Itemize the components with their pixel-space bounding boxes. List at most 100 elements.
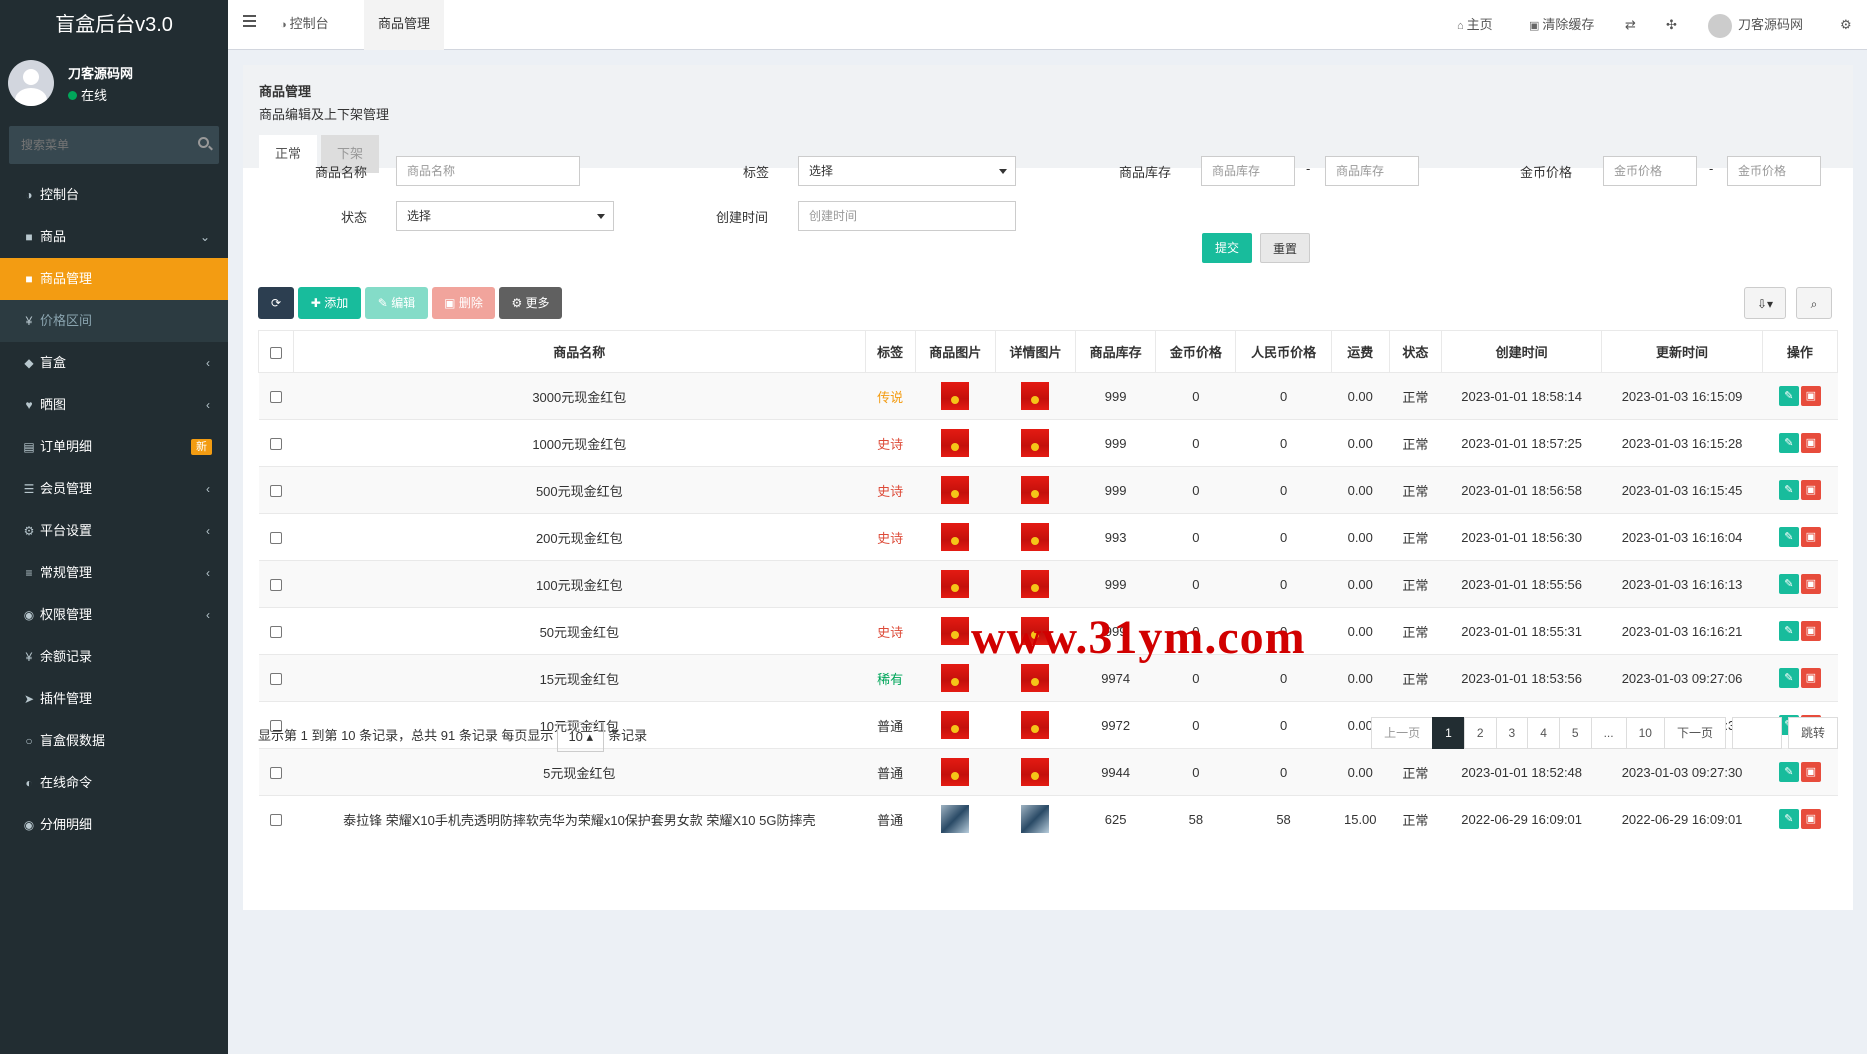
sidebar-item[interactable]: ≡ 常规管理 ‹ (0, 552, 228, 594)
page-button[interactable]: 下一页 (1663, 717, 1726, 749)
column-header[interactable]: 状态 (1388, 330, 1442, 373)
detail-thumbnail[interactable] (1021, 664, 1050, 692)
detail-thumbnail[interactable] (1021, 711, 1050, 739)
sidebar-item[interactable]: ◉ 权限管理 ‹ (0, 594, 228, 636)
table-row[interactable]: 3000元现金红包 传说 999 0 0 0.00 正常 2023-01-01 18:58:1… (258, 372, 1838, 420)
row-edit-button[interactable]: ✎ (1778, 527, 1799, 547)
user-menu[interactable]: 刀客源码网 (1708, 0, 1803, 50)
coin-max-input[interactable]: 金币价格 (1727, 156, 1821, 186)
page-button[interactable]: 10 (1625, 717, 1665, 749)
product-thumbnail[interactable] (941, 805, 970, 834)
column-header[interactable]: 商品图片 (914, 330, 996, 373)
table-row[interactable]: 100元现金红包 999 0 0 0.00 正常 2023-01-01 18:55:56 20… (258, 560, 1838, 608)
row-checkbox[interactable] (270, 814, 283, 827)
row-delete-button[interactable]: ▣ (1800, 433, 1821, 453)
detail-thumbnail[interactable] (1021, 476, 1050, 504)
submit-button[interactable]: 提交 (1202, 233, 1252, 263)
table-row[interactable]: 200元现金红包 史诗 993 0 0 0.00 正常 2023-01-01 18:56:30… (258, 513, 1838, 561)
column-header[interactable]: 金币价格 (1155, 330, 1237, 373)
settings-gears-icon[interactable]: ⚙ (1840, 0, 1852, 50)
table-row[interactable]: 5元现金红包 普通 9944 0 0 0.00 正常 2023-01-01 18:52:48 2… (258, 748, 1838, 796)
table-row[interactable]: 1000元现金红包 史诗 999 0 0 0.00 正常 2023-01-01 18:57:2… (258, 419, 1838, 467)
more-button[interactable]: ⚙ 更多 (499, 287, 562, 319)
fullscreen-icon[interactable]: ✣ (1666, 0, 1677, 50)
name-filter-input[interactable]: 商品名称 (396, 156, 580, 186)
page-button[interactable]: ... (1590, 717, 1627, 749)
tab-normal[interactable]: 正常 (259, 135, 318, 173)
row-delete-button[interactable]: ▣ (1800, 386, 1821, 406)
detail-thumbnail[interactable] (1021, 805, 1050, 834)
product-thumbnail[interactable] (941, 429, 970, 457)
row-checkbox[interactable] (270, 579, 283, 592)
sidebar-item[interactable]: ¥ 余额记录 (0, 636, 228, 678)
page-button[interactable]: 5 (1558, 717, 1592, 749)
edit-button[interactable]: ✎ 编辑 (365, 287, 428, 319)
row-edit-button[interactable]: ✎ (1778, 386, 1799, 406)
page-button[interactable]: 3 (1495, 717, 1529, 749)
page-jump-input[interactable] (1731, 717, 1782, 749)
page-button[interactable]: 1 (1432, 717, 1465, 749)
column-header[interactable]: 商品名称 (293, 330, 866, 373)
tab-product-manage[interactable]: 商品管理 (364, 0, 445, 50)
sidebar-item[interactable]: ☰ 会员管理 ‹ (0, 468, 228, 510)
product-thumbnail[interactable] (941, 711, 970, 739)
product-thumbnail[interactable] (941, 476, 970, 504)
product-thumbnail[interactable] (941, 523, 970, 551)
row-checkbox[interactable] (270, 438, 283, 451)
row-edit-button[interactable]: ✎ (1778, 480, 1799, 500)
row-delete-button[interactable]: ▣ (1800, 574, 1821, 594)
status-filter-select[interactable]: 选择 (396, 201, 614, 231)
product-thumbnail[interactable] (941, 382, 970, 410)
product-thumbnail[interactable] (941, 758, 970, 786)
row-edit-button[interactable]: ✎ (1778, 621, 1799, 641)
table-row[interactable]: 500元现金红包 史诗 999 0 0 0.00 正常 2023-01-01 18:56:58… (258, 466, 1838, 514)
tag-filter-select[interactable]: 选择 (798, 156, 1016, 186)
sidebar-item[interactable]: ◆ 盲盒 ‹ (0, 342, 228, 384)
row-delete-button[interactable]: ▣ (1800, 480, 1821, 500)
row-delete-button[interactable]: ▣ (1800, 809, 1821, 830)
sidebar-item[interactable]: ◐ 在线命令 (0, 762, 228, 804)
detail-thumbnail[interactable] (1021, 429, 1050, 457)
language-icon[interactable]: ⇄ (1625, 0, 1636, 50)
reset-button[interactable]: 重置 (1260, 233, 1310, 263)
product-thumbnail[interactable] (941, 664, 970, 692)
detail-thumbnail[interactable] (1021, 570, 1050, 598)
detail-thumbnail[interactable] (1021, 523, 1050, 551)
product-thumbnail[interactable] (941, 617, 970, 645)
delete-button[interactable]: ▣ 删除 (432, 287, 495, 319)
sidebar-item[interactable]: ○ 盲盒假数据 (0, 720, 228, 762)
jump-button[interactable]: 跳转 (1787, 717, 1838, 749)
row-edit-button[interactable]: ✎ (1778, 809, 1799, 830)
row-edit-button[interactable]: ✎ (1778, 574, 1799, 594)
row-checkbox[interactable] (270, 391, 283, 404)
row-edit-button[interactable]: ✎ (1778, 433, 1799, 453)
hamburger-menu-icon[interactable] (243, 15, 256, 27)
app-title[interactable]: 盲盒后台v3.0 (0, 0, 228, 50)
sidebar-item[interactable]: ■ 商品 ⌄ (0, 216, 228, 258)
row-delete-button[interactable]: ▣ (1800, 762, 1821, 782)
sidebar-item[interactable]: ▤ 订单明细 新 (0, 426, 228, 468)
row-delete-button[interactable]: ▣ (1800, 668, 1821, 688)
menu-search-input[interactable] (9, 126, 219, 164)
row-checkbox[interactable] (270, 673, 283, 686)
row-checkbox[interactable] (270, 485, 283, 498)
row-delete-button[interactable]: ▣ (1800, 621, 1821, 641)
detail-thumbnail[interactable] (1021, 758, 1050, 786)
row-checkbox[interactable] (270, 767, 283, 780)
column-header[interactable]: 创建时间 (1440, 330, 1603, 373)
row-delete-button[interactable]: ▣ (1800, 527, 1821, 547)
column-header[interactable]: 人民币价格 (1235, 330, 1332, 373)
sidebar-item[interactable]: ⚙ 平台设置 ‹ (0, 510, 228, 552)
search-icon[interactable] (198, 137, 209, 148)
column-header[interactable]: 运费 (1330, 330, 1390, 373)
sidebar-item[interactable]: ◉ 分佣明细 (0, 804, 228, 846)
column-header[interactable]: 商品库存 (1075, 330, 1157, 373)
column-header[interactable]: 详情图片 (994, 330, 1077, 373)
column-header[interactable]: 标签 (864, 330, 916, 373)
row-edit-button[interactable]: ✎ (1778, 762, 1799, 782)
search-toggle-button[interactable]: ⌕ (1796, 287, 1832, 319)
sidebar-item[interactable]: ¥ 价格区间 (0, 300, 228, 342)
stock-min-input[interactable]: 商品库存 (1201, 156, 1295, 186)
export-button[interactable]: ⇩▾ (1744, 287, 1786, 319)
home-link[interactable]: ⌂ 主页 (1457, 0, 1493, 50)
